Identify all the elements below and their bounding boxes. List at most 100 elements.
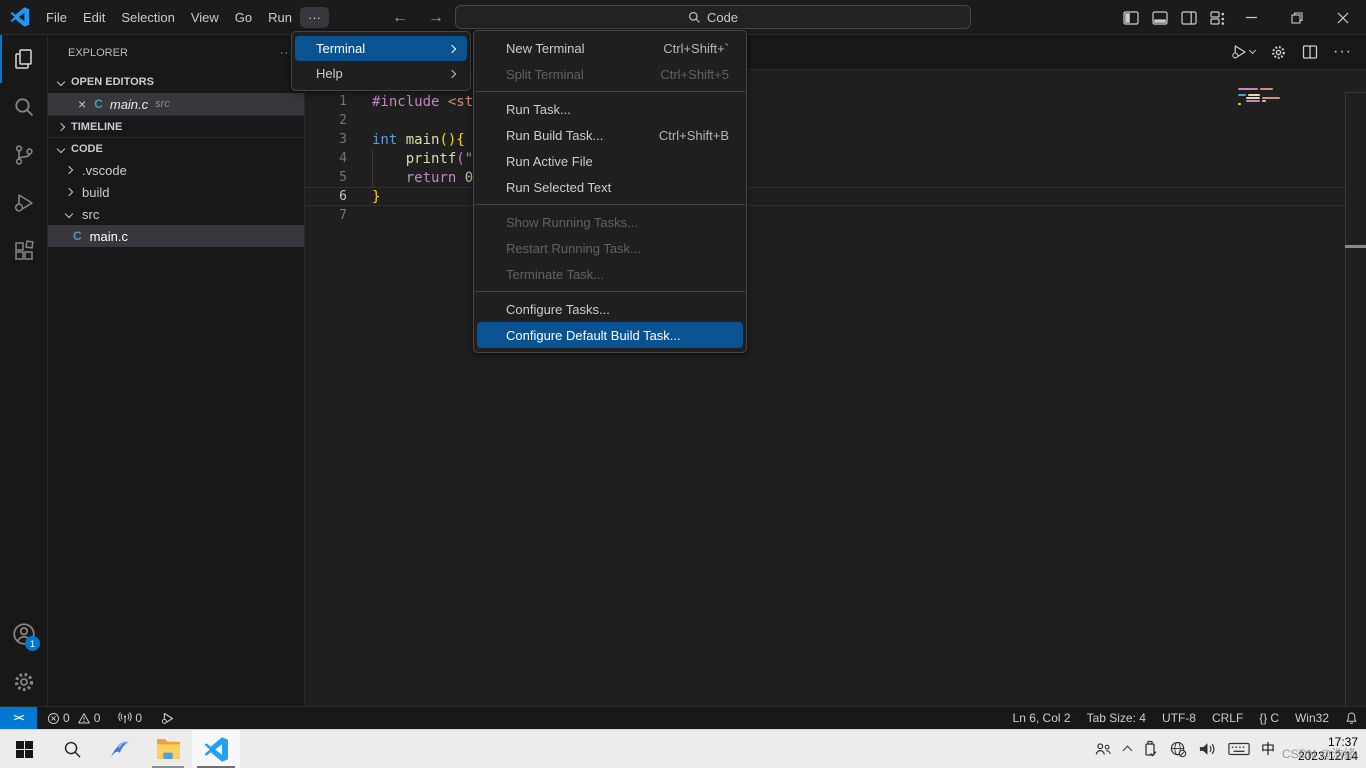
c-file-icon: C bbox=[73, 229, 82, 243]
file-name: main.c bbox=[90, 229, 128, 244]
menu-item-label: Run Active File bbox=[506, 154, 593, 169]
activity-source-control[interactable] bbox=[0, 131, 48, 179]
ime-indicator[interactable]: 中 bbox=[1261, 739, 1275, 759]
toggle-panel-icon[interactable] bbox=[1152, 10, 1168, 26]
close-icon[interactable]: × bbox=[78, 96, 86, 112]
code-folder-label: CODE bbox=[71, 143, 103, 155]
tree-item-src[interactable]: src bbox=[48, 203, 304, 225]
activity-account[interactable]: 1 bbox=[0, 610, 48, 658]
code-folder-header[interactable]: CODE bbox=[48, 137, 304, 159]
menu-item-configure-default-build-task[interactable]: Configure Default Build Task... bbox=[477, 322, 743, 348]
menu-item-label: Help bbox=[316, 66, 343, 81]
problems-indicator[interactable]: 0 0 bbox=[41, 707, 106, 729]
tree-item-vscode[interactable]: .vscode bbox=[48, 159, 304, 181]
open-editor-filename: main.c bbox=[110, 97, 148, 112]
timeline-header[interactable]: TIMELINE bbox=[48, 115, 304, 137]
error-count: 0 bbox=[63, 711, 70, 725]
shortcut-label: Ctrl+Shift+5 bbox=[660, 67, 729, 82]
menu-item-run-selected-text[interactable]: Run Selected Text bbox=[477, 174, 743, 200]
activity-extensions[interactable] bbox=[0, 227, 48, 275]
gear-icon[interactable] bbox=[1270, 44, 1287, 61]
minimap[interactable] bbox=[1238, 88, 1328, 106]
restore-button[interactable] bbox=[1274, 0, 1320, 35]
activity-run-debug[interactable] bbox=[0, 179, 48, 227]
menu-item-run-build-task[interactable]: Run Build Task... Ctrl+Shift+B bbox=[477, 122, 743, 148]
notifications-button[interactable] bbox=[1337, 707, 1366, 729]
menu-file[interactable]: File bbox=[38, 7, 75, 28]
language-mode[interactable]: {} C bbox=[1251, 707, 1287, 729]
menu-item-run-task[interactable]: Run Task... bbox=[477, 96, 743, 122]
activity-settings[interactable] bbox=[0, 658, 48, 706]
gear-icon bbox=[12, 670, 36, 694]
editor-more-actions[interactable]: ··· bbox=[1333, 43, 1352, 61]
encoding[interactable]: UTF-8 bbox=[1154, 707, 1204, 729]
line-number: 1 bbox=[305, 94, 347, 109]
tree-item-build[interactable]: build bbox=[48, 181, 304, 203]
open-editor-detail: src bbox=[155, 98, 170, 110]
warning-count: 0 bbox=[94, 711, 101, 725]
taskbar-search-button[interactable] bbox=[48, 730, 96, 768]
open-editor-item-main-c[interactable]: × C main.c src bbox=[48, 93, 304, 115]
activity-explorer[interactable] bbox=[0, 35, 48, 83]
activity-bar: 1 bbox=[0, 35, 48, 706]
menu-item-terminal[interactable]: Terminal bbox=[295, 36, 467, 61]
shortcut-label: Ctrl+Shift+B bbox=[659, 128, 729, 143]
chevron-down-icon bbox=[1249, 47, 1256, 54]
menu-item-label: Run Task... bbox=[506, 102, 571, 117]
menu-item-label: Configure Default Build Task... bbox=[506, 328, 681, 343]
menu-item-configure-tasks[interactable]: Configure Tasks... bbox=[477, 296, 743, 322]
menu-edit[interactable]: Edit bbox=[75, 7, 113, 28]
forward-arrow-icon[interactable]: → bbox=[428, 9, 444, 27]
taskbar-vscode[interactable] bbox=[192, 730, 240, 768]
explorer-sidebar: EXPLORER ··· OPEN EDITORS × C main.c src… bbox=[48, 35, 305, 706]
close-button[interactable] bbox=[1320, 0, 1366, 35]
ports-indicator[interactable]: 0 bbox=[112, 707, 148, 729]
menu-item-new-terminal[interactable]: New Terminal Ctrl+Shift+` bbox=[477, 35, 743, 61]
line-number: 7 bbox=[305, 208, 347, 223]
platform-indicator[interactable]: Win32 bbox=[1287, 707, 1337, 729]
open-editors-header[interactable]: OPEN EDITORS bbox=[48, 71, 304, 93]
usb-eject-icon[interactable] bbox=[1142, 740, 1158, 758]
start-button[interactable] bbox=[0, 730, 48, 768]
menubar: File Edit Selection View Go Run ··· bbox=[38, 7, 329, 28]
menu-run[interactable]: Run bbox=[260, 7, 300, 28]
menu-item-show-running-tasks: Show Running Tasks... bbox=[477, 209, 743, 235]
editor-scrollbar[interactable] bbox=[1345, 92, 1366, 706]
taskbar-app-bird[interactable] bbox=[96, 730, 144, 768]
menu-item-run-active-file[interactable]: Run Active File bbox=[477, 148, 743, 174]
menu-more-button[interactable]: ··· bbox=[300, 7, 329, 28]
files-icon bbox=[12, 47, 36, 71]
customize-layout-icon[interactable] bbox=[1210, 10, 1226, 26]
blue-bird-app-icon bbox=[108, 737, 132, 761]
file-explorer-icon bbox=[156, 738, 181, 760]
eol-sequence[interactable]: CRLF bbox=[1204, 707, 1251, 729]
activity-search[interactable] bbox=[0, 83, 48, 131]
tray-expand-icon[interactable] bbox=[1123, 746, 1133, 756]
command-center-label: Code bbox=[707, 10, 738, 25]
cursor-position[interactable]: Ln 6, Col 2 bbox=[1005, 707, 1079, 729]
menu-view[interactable]: View bbox=[183, 7, 227, 28]
menu-item-restart-running-task: Restart Running Task... bbox=[477, 235, 743, 261]
code-line: 3 int main(){ bbox=[305, 130, 1366, 149]
menu-item-help[interactable]: Help bbox=[295, 61, 467, 86]
minimize-button[interactable] bbox=[1228, 0, 1274, 35]
indentation[interactable]: Tab Size: 4 bbox=[1079, 707, 1154, 729]
menu-go[interactable]: Go bbox=[227, 7, 260, 28]
command-center-search[interactable]: Code bbox=[455, 5, 971, 29]
people-icon[interactable] bbox=[1093, 740, 1113, 758]
run-c-file-button[interactable] bbox=[1230, 43, 1255, 61]
keyboard-icon[interactable] bbox=[1228, 741, 1250, 757]
code-content[interactable]: 1 #include <std 2 3 int main(){ 4 printf… bbox=[305, 92, 1366, 225]
split-editor-icon[interactable] bbox=[1302, 44, 1318, 60]
speaker-icon[interactable] bbox=[1198, 740, 1217, 758]
remote-indicator[interactable]: >< bbox=[0, 707, 37, 729]
menu-selection[interactable]: Selection bbox=[113, 7, 182, 28]
taskbar-file-explorer[interactable] bbox=[144, 730, 192, 768]
chevron-down-icon bbox=[65, 210, 73, 218]
toggle-sidebar-icon[interactable] bbox=[1123, 10, 1139, 26]
network-globe-icon[interactable] bbox=[1169, 740, 1187, 758]
debug-status-button[interactable] bbox=[154, 707, 181, 729]
back-arrow-icon[interactable]: ← bbox=[392, 9, 408, 27]
toggle-secondary-sidebar-icon[interactable] bbox=[1181, 10, 1197, 26]
tree-item-main-c[interactable]: C main.c bbox=[48, 225, 304, 247]
